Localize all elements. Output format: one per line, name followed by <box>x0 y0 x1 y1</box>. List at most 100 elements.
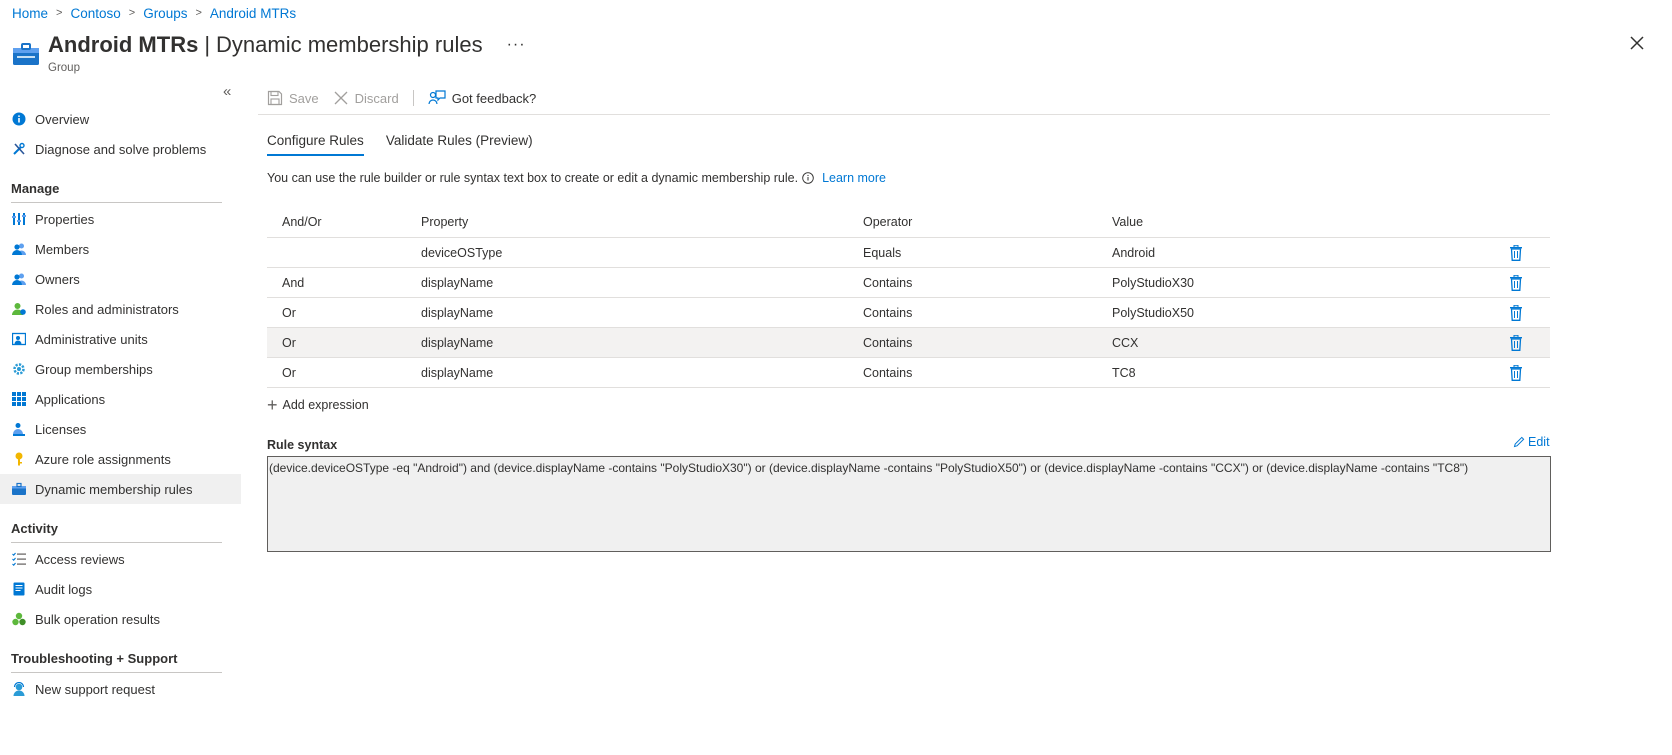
sidebar-item-label: Licenses <box>35 421 87 437</box>
sidebar-item-admin-units[interactable]: Administrative units <box>0 324 241 354</box>
property-cell[interactable]: displayName <box>421 358 493 387</box>
delete-icon[interactable] <box>1509 328 1523 357</box>
sidebar-item-dynamic-rules[interactable]: Dynamic membership rules <box>0 474 241 504</box>
breadcrumb-home[interactable]: Home <box>12 6 48 21</box>
property-cell[interactable]: displayName <box>421 298 493 327</box>
section-manage: Manage <box>11 181 60 196</box>
sidebar-item-azure-roles[interactable]: Azure role assignments <box>0 444 241 474</box>
sidebar-item-owners[interactable]: Owners <box>0 264 241 294</box>
table-row[interactable]: deviceOSType Equals Android <box>267 238 1550 268</box>
table-row[interactable]: Or displayName Contains CCX <box>267 328 1550 358</box>
table-row[interactable]: Or displayName Contains TC8 <box>267 358 1550 388</box>
sidebar-item-label: Bulk operation results <box>35 611 161 627</box>
sidebar-item-applications[interactable]: Applications <box>0 384 241 414</box>
roles-icon <box>12 302 26 316</box>
audit-log-icon <box>12 582 26 596</box>
sidebar-item-access-reviews[interactable]: Access reviews <box>0 544 241 574</box>
info-icon[interactable] <box>802 172 814 184</box>
value-cell[interactable]: Android <box>1112 238 1155 267</box>
operator-cell[interactable]: Equals <box>863 238 901 267</box>
info-icon <box>12 112 26 126</box>
andor-cell[interactable]: Or <box>282 358 296 387</box>
group-icon <box>12 482 26 496</box>
chevron-right-icon: > <box>128 7 136 19</box>
column-header-value: Value <box>1112 215 1144 229</box>
learn-more-link[interactable]: Learn more <box>822 171 886 185</box>
property-cell[interactable]: displayName <box>421 268 493 297</box>
tab-validate-rules[interactable]: Validate Rules (Preview) <box>386 133 533 156</box>
table-row[interactable]: And displayName Contains PolyStudioX30 <box>267 268 1550 298</box>
breadcrumb-android-mtrs[interactable]: Android MTRs <box>210 6 296 21</box>
sidebar-item-bulk-results[interactable]: Bulk operation results <box>0 604 241 634</box>
feedback-icon <box>428 90 446 105</box>
save-button[interactable]: Save <box>267 90 319 106</box>
sidebar-item-overview[interactable]: Overview <box>0 104 241 134</box>
sidebar-item-audit-logs[interactable]: Audit logs <box>0 574 241 604</box>
page-header: Android MTRs | Dynamic membership rules … <box>12 30 526 74</box>
sidebar-item-properties[interactable]: Properties <box>0 204 241 234</box>
operator-cell[interactable]: Contains <box>863 268 912 297</box>
gear-icon <box>12 362 26 376</box>
command-bar-divider <box>258 114 1550 115</box>
sidebar-item-diagnose[interactable]: Diagnose and solve problems <box>0 134 241 164</box>
breadcrumb-groups[interactable]: Groups <box>143 6 187 21</box>
sidebar-item-label: Access reviews <box>35 551 125 567</box>
key-icon <box>12 452 26 466</box>
delete-icon[interactable] <box>1509 298 1523 327</box>
delete-icon[interactable] <box>1509 358 1523 387</box>
sidebar-item-members[interactable]: Members <box>0 234 241 264</box>
delete-icon[interactable] <box>1509 238 1523 267</box>
add-expression-button[interactable]: + Add expression <box>267 396 369 414</box>
value-cell[interactable]: TC8 <box>1112 358 1136 387</box>
sidebar-item-new-support-request[interactable]: New support request <box>0 674 241 704</box>
tab-configure-rules[interactable]: Configure Rules <box>267 133 364 156</box>
sidebar-item-roles[interactable]: Roles and administrators <box>0 294 241 324</box>
value-cell[interactable]: PolyStudioX30 <box>1112 268 1194 297</box>
property-cell[interactable]: displayName <box>421 328 493 357</box>
delete-icon[interactable] <box>1509 268 1523 297</box>
operator-cell[interactable]: Contains <box>863 358 912 387</box>
sidebar-item-label: Overview <box>35 111 90 127</box>
sidebar-item-label: Members <box>35 241 90 257</box>
feedback-button[interactable]: Got feedback? <box>428 90 537 106</box>
chevron-right-icon: > <box>195 7 202 19</box>
andor-cell[interactable]: Or <box>282 298 296 327</box>
sidebar-item-label: Dynamic membership rules <box>35 481 193 497</box>
wrench-icon <box>12 142 26 156</box>
save-label: Save <box>289 90 319 106</box>
sidebar: Overview Diagnose and solve problems Man… <box>0 104 241 704</box>
sidebar-item-label: Properties <box>35 211 95 227</box>
discard-button[interactable]: Discard <box>333 90 399 106</box>
add-expression-label: Add expression <box>282 398 369 412</box>
section-activity: Activity <box>11 521 58 536</box>
sidebar-item-label: Owners <box>35 271 80 287</box>
bulk-icon <box>12 612 26 626</box>
command-bar: Save Discard Got feedback? <box>267 86 550 110</box>
sidebar-item-licenses[interactable]: Licenses <box>0 414 241 444</box>
andor-cell[interactable]: Or <box>282 328 296 357</box>
checklist-icon <box>12 552 26 566</box>
andor-cell[interactable]: And <box>282 268 304 297</box>
close-icon[interactable] <box>1628 34 1646 52</box>
toolbar-divider <box>412 90 414 106</box>
value-cell[interactable]: CCX <box>1112 328 1138 357</box>
value-cell[interactable]: PolyStudioX50 <box>1112 298 1194 327</box>
column-header-andor: And/Or <box>282 215 322 229</box>
sidebar-item-label: Azure role assignments <box>35 451 171 467</box>
property-cell[interactable]: deviceOSType <box>421 238 502 267</box>
operator-cell[interactable]: Contains <box>863 328 912 357</box>
collapse-sidebar-button[interactable]: « <box>223 83 231 100</box>
license-icon <box>12 422 26 436</box>
page-subtitle-name: Dynamic membership rules <box>216 32 483 57</box>
discard-label: Discard <box>354 90 399 106</box>
table-row[interactable]: Or displayName Contains PolyStudioX50 <box>267 298 1550 328</box>
feedback-label: Got feedback? <box>451 90 537 106</box>
more-options-button[interactable]: ··· <box>507 36 526 54</box>
edit-label: Edit <box>1528 435 1550 449</box>
rules-table: And/Or Property Operator Value deviceOST… <box>267 207 1550 388</box>
breadcrumb-contoso[interactable]: Contoso <box>70 6 120 21</box>
operator-cell[interactable]: Contains <box>863 298 912 327</box>
edit-rule-syntax-button[interactable]: Edit <box>1513 435 1550 449</box>
rule-syntax-textbox[interactable]: (device.deviceOSType -eq "Android") and … <box>267 456 1551 552</box>
sidebar-item-group-memberships[interactable]: Group memberships <box>0 354 241 384</box>
